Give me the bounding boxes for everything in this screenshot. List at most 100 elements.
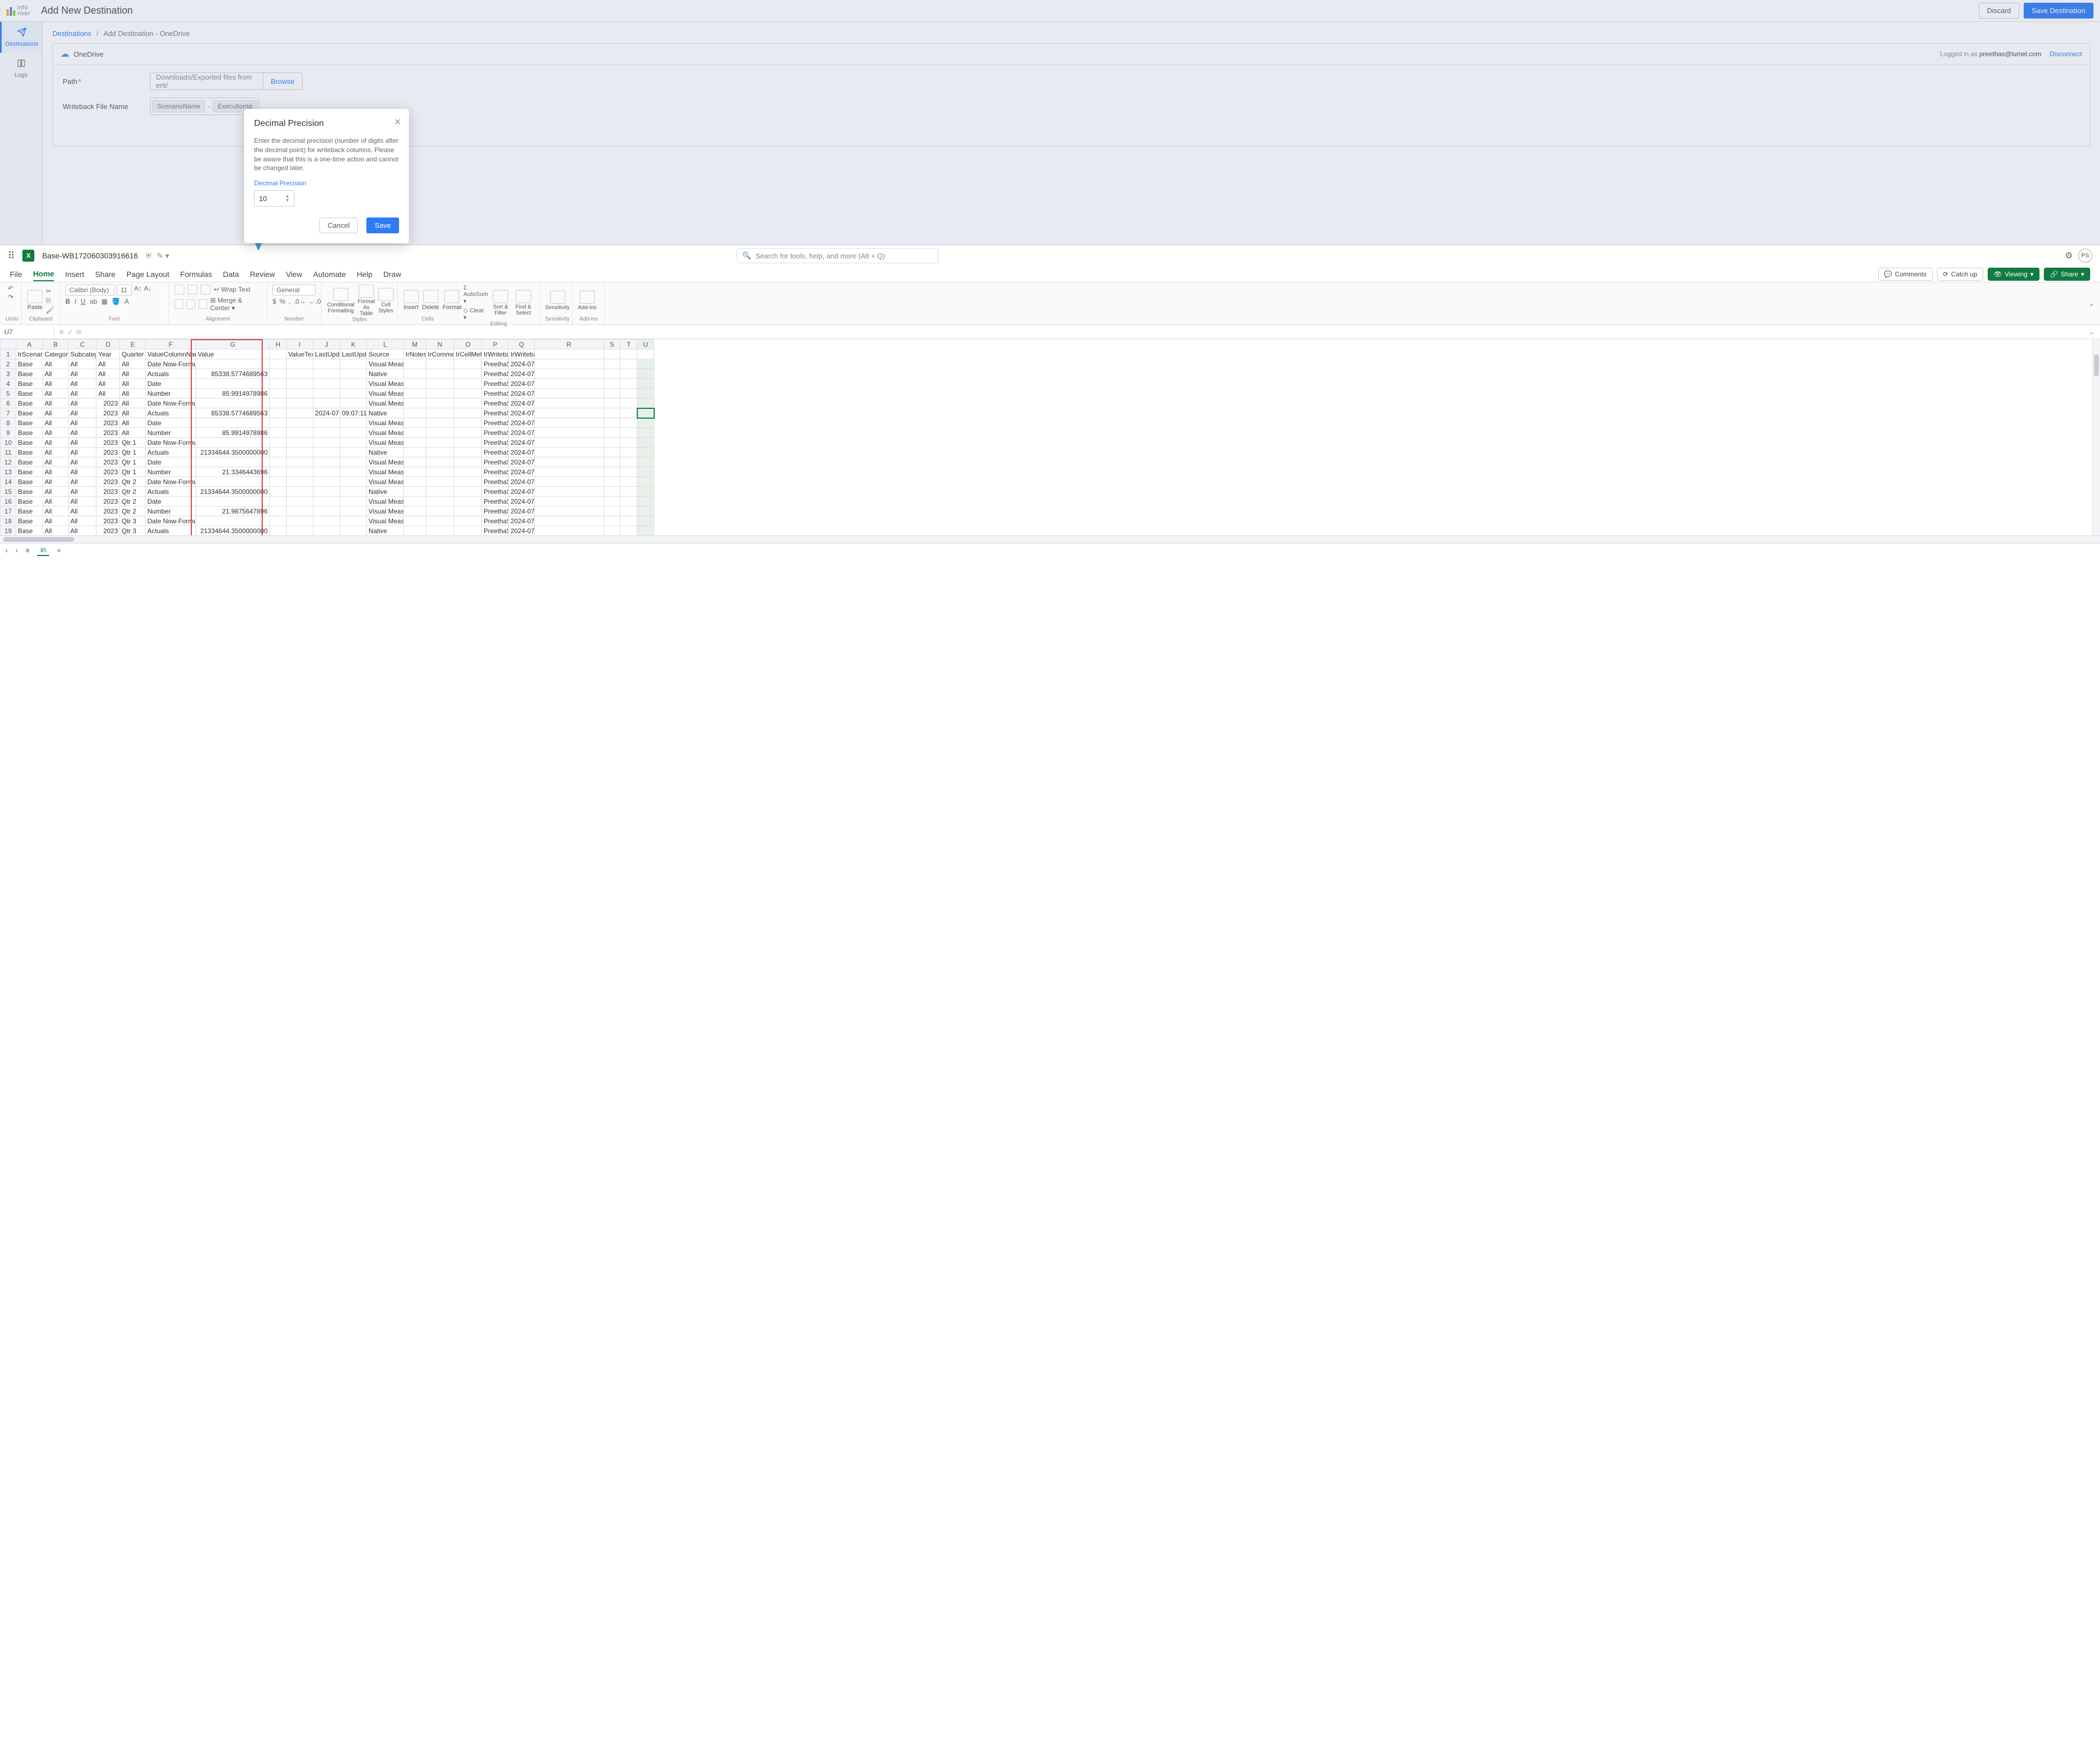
cell[interactable] (269, 359, 286, 369)
cell[interactable] (313, 477, 340, 487)
cell[interactable] (454, 467, 482, 477)
cell[interactable] (534, 467, 604, 477)
cell[interactable] (313, 379, 340, 389)
col-header[interactable]: E (120, 340, 146, 349)
align-left-icon[interactable] (174, 299, 183, 309)
cell[interactable] (313, 467, 340, 477)
shield-icon[interactable]: ⛨ (146, 251, 152, 261)
cell[interactable] (454, 457, 482, 467)
cell[interactable] (340, 487, 366, 497)
cell[interactable]: 2023 (96, 438, 120, 448)
cell[interactable]: Base (16, 497, 43, 506)
dec-inc-icon[interactable]: .0→ (294, 298, 306, 305)
col-header[interactable]: Q (509, 340, 534, 349)
cell[interactable]: All (69, 487, 96, 497)
cell[interactable] (454, 369, 482, 379)
cell[interactable]: PreethaS@ (482, 389, 509, 399)
cell[interactable] (426, 477, 454, 487)
cell[interactable] (620, 349, 637, 359)
percent-icon[interactable]: % (280, 298, 286, 305)
tab-page-layout[interactable]: Page Layout (126, 268, 170, 281)
col-header[interactable]: L (367, 340, 404, 349)
cell[interactable]: Native (367, 369, 404, 379)
cell[interactable] (426, 457, 454, 467)
cell[interactable] (620, 457, 637, 467)
col-header[interactable]: H (269, 340, 286, 349)
cell[interactable] (313, 359, 340, 369)
cell[interactable] (534, 389, 604, 399)
cell[interactable]: PreethaS@ (482, 369, 509, 379)
col-header[interactable]: O (454, 340, 482, 349)
col-header[interactable]: R (534, 340, 604, 349)
cell[interactable]: All (43, 379, 68, 389)
cell[interactable]: Category (43, 349, 68, 359)
cell[interactable] (534, 349, 604, 359)
cell[interactable] (340, 448, 366, 457)
row-header[interactable]: 3 (1, 369, 16, 379)
save-destination-button[interactable]: Save Destination (2024, 3, 2093, 19)
filename-chips[interactable]: ScenarioName - ExecutionId (150, 98, 259, 115)
cell[interactable] (637, 389, 654, 399)
cell[interactable]: LastUpdat (313, 349, 340, 359)
cell[interactable]: Visual Measure (367, 516, 404, 526)
cell[interactable] (313, 438, 340, 448)
cell[interactable] (286, 467, 313, 477)
row-header[interactable]: 9 (1, 428, 16, 438)
tab-home[interactable]: Home (33, 267, 55, 281)
row-header[interactable]: 6 (1, 399, 16, 408)
cell[interactable] (454, 448, 482, 457)
cell[interactable]: 2024-07-10 09:17:18 (UTC) (509, 457, 534, 467)
cell[interactable] (313, 389, 340, 399)
cell[interactable] (604, 418, 620, 428)
cell[interactable]: All (120, 379, 146, 389)
cell[interactable] (196, 457, 269, 467)
grid[interactable]: ABCDEFGHIJKLMNOPQRSTU1IrScenarioCategory… (0, 339, 2100, 535)
cell[interactable] (403, 487, 426, 497)
cell[interactable]: All (69, 379, 96, 389)
cell[interactable]: 2024-07-10 09:17:18 (UTC) (509, 418, 534, 428)
cell[interactable]: All (69, 457, 96, 467)
cell[interactable] (340, 399, 366, 408)
cell[interactable]: Actuals (146, 448, 196, 457)
cell[interactable] (426, 428, 454, 438)
cell[interactable]: All (69, 448, 96, 457)
cell[interactable]: 2023 (96, 467, 120, 477)
sidebar-item-logs[interactable]: Logs (0, 53, 42, 84)
painter-icon[interactable]: 🖌 (46, 306, 54, 314)
cell[interactable] (286, 408, 313, 418)
cell[interactable] (269, 349, 286, 359)
cell[interactable] (340, 438, 366, 448)
copy-icon[interactable]: ⎘ (46, 297, 54, 305)
cell[interactable]: PreethaS@ (482, 438, 509, 448)
col-header[interactable]: C (69, 340, 96, 349)
close-icon[interactable]: ✕ (394, 117, 401, 128)
cell[interactable]: Base (16, 408, 43, 418)
cell[interactable]: All (43, 506, 68, 516)
cell[interactable] (620, 526, 637, 536)
cell[interactable]: 2024-07-10 09:17:18 (UTC) (509, 408, 534, 418)
cell[interactable] (534, 506, 604, 516)
cell[interactable]: ValueColumnName (146, 349, 196, 359)
app-launcher-icon[interactable]: ⠿ (8, 250, 15, 262)
cell[interactable]: Base (16, 467, 43, 477)
cell[interactable] (340, 418, 366, 428)
cell-styles-button[interactable]: Cell Styles (378, 288, 394, 314)
cell[interactable]: All (43, 438, 68, 448)
col-header[interactable]: T (620, 340, 637, 349)
cell[interactable] (604, 399, 620, 408)
cell[interactable]: Date (146, 418, 196, 428)
cell[interactable] (269, 438, 286, 448)
cell[interactable]: PreethaS@ (482, 526, 509, 536)
cell[interactable] (620, 428, 637, 438)
col-header[interactable]: P (482, 340, 509, 349)
cell[interactable]: Base (16, 359, 43, 369)
cell[interactable] (534, 477, 604, 487)
cell[interactable] (604, 506, 620, 516)
cell[interactable] (620, 506, 637, 516)
cell[interactable]: Native (367, 448, 404, 457)
cell[interactable]: Qtr 1 (120, 457, 146, 467)
cell[interactable]: All (43, 399, 68, 408)
cell[interactable] (604, 408, 620, 418)
cell[interactable]: Visual Measure (367, 457, 404, 467)
browse-button[interactable]: Browse (263, 73, 302, 89)
